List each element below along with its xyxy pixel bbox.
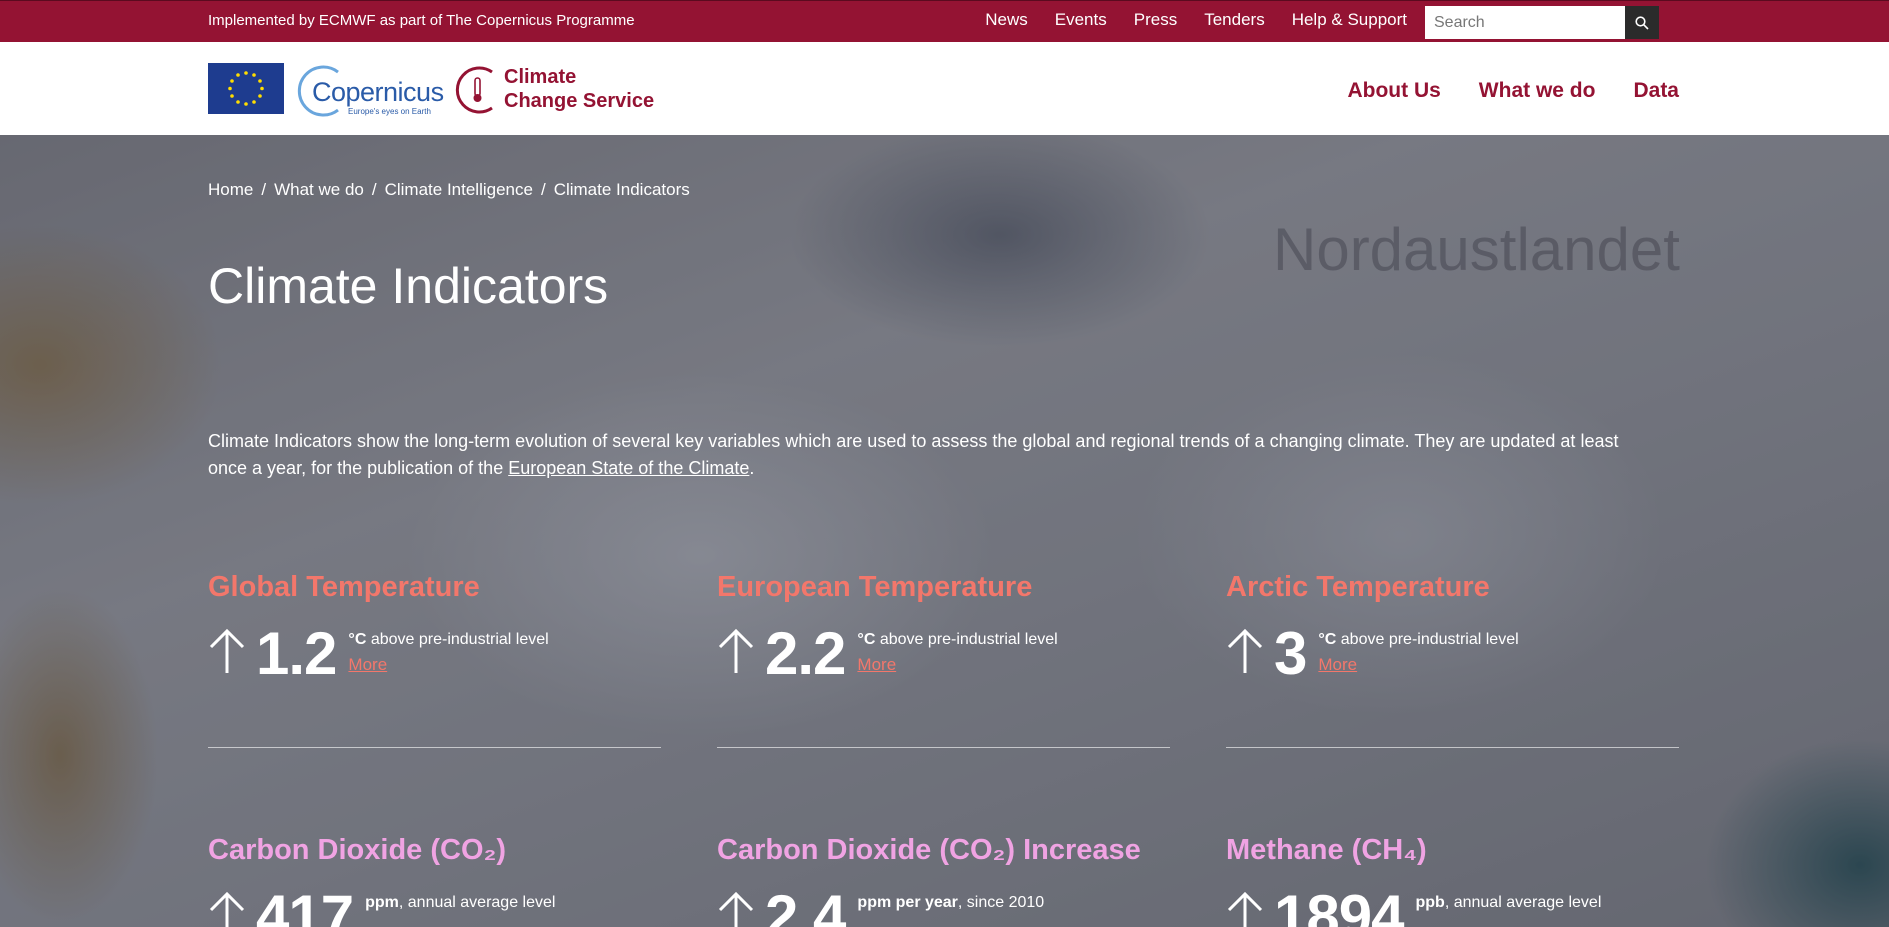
c3s-line2: Change Service (504, 90, 655, 112)
indicator-title[interactable]: Arctic Temperature (1226, 571, 1679, 604)
nav-data[interactable]: Data (1633, 79, 1679, 103)
indicator-card-arctic-temperature: Arctic Temperature 3 °C above pre-indust… (1226, 571, 1679, 748)
indicator-title[interactable]: Methane (CH₄) (1226, 834, 1679, 867)
top-link-press[interactable]: Press (1134, 10, 1177, 30)
indicator-unit: ppb (1415, 894, 1445, 911)
breadcrumb-current: Climate Indicators (553, 180, 690, 199)
indicator-desc-text: , since 2010 (957, 894, 1045, 911)
up-arrow-icon (1227, 628, 1263, 673)
indicator-value: 1894 (1274, 883, 1404, 927)
implemented-by-text: Implemented by ECMWF as part of The Cope… (208, 12, 635, 29)
indicator-description: ppm per year, since 2010 (857, 890, 1044, 915)
breadcrumb-separator: / (261, 180, 267, 199)
indicator-unit: °C (1318, 631, 1337, 648)
nav-about-us[interactable]: About Us (1347, 79, 1440, 103)
search-input[interactable] (1425, 6, 1625, 39)
divider (208, 747, 661, 748)
up-arrow-icon (718, 891, 754, 927)
breadcrumb-separator: / (540, 180, 546, 199)
divider (717, 747, 1170, 748)
indicator-description: °C above pre-industrial level More (348, 627, 548, 677)
search-icon (1635, 15, 1649, 30)
c3s-title: Climate Change Service (504, 65, 704, 113)
copernicus-logo[interactable]: Copernicus Europe's eyes on Earth (290, 62, 444, 118)
top-links: News Events Press Tenders Help & Support (985, 10, 1407, 30)
indicator-value: 2.2 (765, 620, 846, 687)
breadcrumb: Home / What we do / Climate Intelligence… (208, 180, 690, 200)
indicator-value: 1.2 (256, 620, 337, 687)
indicator-more-link[interactable]: More (348, 652, 548, 677)
main-nav: About Us What we do Data (1347, 79, 1679, 103)
breadcrumb-climate-intelligence[interactable]: Climate Intelligence (385, 180, 533, 200)
top-bar: Implemented by ECMWF as part of The Cope… (0, 0, 1889, 42)
eu-flag-logo[interactable] (208, 63, 284, 114)
top-link-events[interactable]: Events (1055, 10, 1107, 30)
indicator-unit: °C (348, 631, 367, 648)
up-arrow-icon (209, 891, 245, 927)
indicator-desc-text: , annual average level (398, 894, 556, 911)
indicator-value: 417 (256, 883, 354, 927)
indicator-description: °C above pre-industrial level More (857, 627, 1057, 677)
indicator-more-link[interactable]: More (857, 652, 1057, 677)
indicator-description: ppm, annual average level (365, 890, 555, 915)
copernicus-wordmark: Copernicus (312, 77, 444, 107)
indicator-description: °C above pre-industrial level More (1318, 627, 1518, 677)
copernicus-tagline: Europe's eyes on Earth (348, 107, 431, 116)
search-button[interactable] (1625, 6, 1659, 39)
intro-paragraph: Climate Indicators show the long-term ev… (208, 428, 1658, 482)
indicator-card-global-temperature: Global Temperature 1.2 °C above pre-indu… (208, 571, 661, 748)
indicator-card-methane: Methane (CH₄) 1894 ppb, annual average l… (1226, 834, 1679, 927)
search-form (1425, 6, 1659, 39)
indicator-title[interactable]: Carbon Dioxide (CO₂) (208, 834, 661, 867)
page-title: Climate Indicators (208, 258, 609, 314)
up-arrow-icon (209, 628, 245, 673)
indicator-title[interactable]: Carbon Dioxide (CO₂) Increase (717, 834, 1170, 867)
indicator-unit: ppm (365, 894, 399, 911)
intro-text: Climate Indicators show the long-term ev… (208, 431, 1619, 478)
up-arrow-icon (718, 628, 754, 673)
indicator-desc-text: , annual average level (1444, 894, 1602, 911)
up-arrow-icon (1227, 891, 1263, 927)
breadcrumb-what-we-do[interactable]: What we do (274, 180, 364, 200)
breadcrumb-separator: / (371, 180, 377, 199)
site-header: Copernicus Europe's eyes on Earth Climat… (0, 42, 1889, 135)
nav-what-we-do[interactable]: What we do (1479, 79, 1596, 103)
indicator-unit: °C (857, 631, 876, 648)
european-state-of-climate-link[interactable]: European State of the Climate (508, 458, 749, 478)
indicator-desc-text: above pre-industrial level (1336, 631, 1519, 648)
indicator-card-european-temperature: European Temperature 2.2 °C above pre-in… (717, 571, 1170, 748)
indicator-title[interactable]: Global Temperature (208, 571, 661, 604)
top-link-tenders[interactable]: Tenders (1204, 10, 1264, 30)
indicator-description: ppb, annual average level (1415, 890, 1601, 915)
indicator-desc-text: above pre-industrial level (366, 631, 549, 648)
indicator-card-carbon-dioxide: Carbon Dioxide (CO₂) 417 ppm, annual ave… (208, 834, 661, 927)
breadcrumb-home[interactable]: Home (208, 180, 253, 200)
indicator-more-link[interactable]: More (1318, 652, 1518, 677)
top-link-help-support[interactable]: Help & Support (1292, 10, 1407, 30)
indicator-title[interactable]: European Temperature (717, 571, 1170, 604)
indicator-value: 3 (1274, 620, 1307, 687)
hero-section: Nordaustlandet Home / What we do / Clima… (0, 135, 1889, 927)
divider (1226, 747, 1679, 748)
indicator-card-carbon-dioxide-increase: Carbon Dioxide (CO₂) Increase 2.4 ppm pe… (717, 834, 1170, 927)
c3s-line1: Climate (504, 66, 577, 88)
indicator-unit: ppm per year (857, 894, 958, 911)
top-link-news[interactable]: News (985, 10, 1028, 30)
intro-end: . (749, 458, 755, 478)
indicator-desc-text: above pre-industrial level (875, 631, 1058, 648)
indicator-value: 2.4 (765, 883, 846, 927)
